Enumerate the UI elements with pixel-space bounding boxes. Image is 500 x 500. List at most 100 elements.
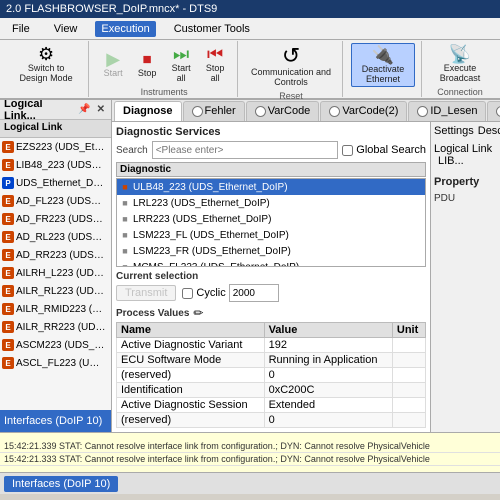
tab-radio-fehler[interactable] <box>192 106 203 117</box>
sidebar-item-8[interactable]: E AILR_RL223 (UDS_Eth... <box>0 282 111 300</box>
sidebar-pin-button[interactable]: 📌 <box>76 104 92 115</box>
sidebar-item-11[interactable]: E ASCM223 (UDS_Eth... <box>0 336 111 354</box>
tab-fehler[interactable]: Fehler <box>183 101 245 121</box>
settings-label: Settings <box>434 125 474 137</box>
process-edit-icon[interactable]: ✏ <box>193 306 203 320</box>
ethernet-icon: 🔌 <box>372 46 394 64</box>
diag-item-3[interactable]: ■ LSM223_FL (UDS_Ethernet_DoIP) <box>117 227 425 243</box>
pdu-label: PDU <box>434 193 497 204</box>
bottom-row: Interfaces (DoIP 10) <box>0 472 500 494</box>
cell-name-2: (reserved) <box>117 368 265 383</box>
start-button[interactable]: ▶ Start <box>97 48 129 80</box>
sidebar-item-text-12: ASCL_FL223 (UDS_Et... <box>16 358 106 369</box>
sidebar-item-4[interactable]: E AD_FR223 (UDS_Eth... <box>0 210 111 228</box>
sidebar-item-10[interactable]: E AILR_RR223 (UDS_Et... <box>0 318 111 336</box>
tab-diagnose[interactable]: Diagnose <box>114 101 182 121</box>
col-name: Name <box>117 323 265 338</box>
global-search-checkbox[interactable] <box>342 145 353 156</box>
stop-button[interactable]: ⏹ Stop <box>131 48 163 80</box>
diag-item-text-1: LRL223 (UDS_Ethernet_DoIP) <box>133 198 270 209</box>
diag-item-2[interactable]: ■ LRR223 (UDS_Ethernet_DoIP) <box>117 211 425 227</box>
diagnostic-panel: Diagnostic Services Search Global Search… <box>112 122 500 432</box>
cell-value-1: Running in Application <box>264 353 392 368</box>
toolbar-group-reset: ↺ Communication and Controls Reset <box>240 41 343 97</box>
stop-all-icon: ⏮ <box>207 45 223 63</box>
execute-broadcast-button[interactable]: 📡 Execute Broadcast <box>430 43 490 85</box>
sidebar-item-3[interactable]: E AD_FL223 (UDS_Eth... <box>0 192 111 210</box>
cyclic-checkbox[interactable] <box>182 288 193 299</box>
settings-panel: Settings Descripti... Logical Link LIB..… <box>430 122 500 432</box>
cell-value-3: 0xC200C <box>264 383 392 398</box>
diagnostic-main: Diagnostic Services Search Global Search… <box>112 122 430 432</box>
diagnostic-list-header: Diagnostic <box>116 162 426 177</box>
diag-item-4[interactable]: ■ LSM223_FR (UDS_Ethernet_DoIP) <box>117 243 425 259</box>
sidebar-item-2[interactable]: P UDS_Ethernet_DoIP <box>0 174 111 192</box>
toolbar: ⚙ Switch to Design Mode ▶ Start ⏹ Stop ⏭… <box>0 40 500 100</box>
sidebar-footer[interactable]: Interfaces (DoIP 10) <box>0 410 111 432</box>
tab-radio-varcode[interactable] <box>255 106 266 117</box>
tab-varcode[interactable]: VarCode <box>246 101 320 121</box>
toolbar-group-design: ⚙ Switch to Design Mode <box>4 41 89 97</box>
badge-e-3: E <box>2 195 14 207</box>
cell-name-5: (reserved) <box>117 413 265 428</box>
start-all-button[interactable]: ⏭ Start all <box>165 43 197 85</box>
sidebar-item-0[interactable]: E EZS223 (UDS_Ethe... <box>0 138 111 156</box>
cyclic-value-input[interactable] <box>229 284 279 302</box>
deactivate-ethernet-button[interactable]: 🔌 Deactivate Ethernet <box>351 43 415 87</box>
toolbar-group-deactivate: 🔌 Deactivate Ethernet <box>345 41 422 97</box>
badge-e-5: E <box>2 231 14 243</box>
transmit-button[interactable]: Transmit <box>116 285 176 301</box>
diag-item-1[interactable]: ■ LRL223 (UDS_Ethernet_DoIP) <box>117 195 425 211</box>
menu-view[interactable]: View <box>48 21 84 37</box>
tab-varcode2[interactable]: VarCode(2) <box>320 101 407 121</box>
cell-unit-1 <box>392 353 425 368</box>
diag-item-icon-4: ■ <box>119 245 131 257</box>
cell-unit-2 <box>392 368 425 383</box>
sidebar-item-text-1: LIB48_223 (UDS_Eth... <box>16 160 106 171</box>
cell-name-1: ECU Software Mode <box>117 353 265 368</box>
global-search-label: Global Search <box>356 144 426 156</box>
cell-value-5: 0 <box>264 413 392 428</box>
search-input[interactable] <box>152 141 339 159</box>
status-line-0: 15:42:21.339 STAT: Cannot resolve interf… <box>0 440 500 453</box>
sidebar-item-5[interactable]: E AD_RL223 (UDS_Eth... <box>0 228 111 246</box>
bottom-tab-interfaces[interactable]: Interfaces (DoIP 10) <box>4 476 118 492</box>
badge-e-0: E <box>2 141 14 153</box>
tab-radio-trace[interactable] <box>496 106 500 117</box>
table-row-2: (reserved)0 <box>117 368 426 383</box>
table-row-4: Active Diagnostic SessionExtended <box>117 398 426 413</box>
sidebar-title: Logical Link... <box>4 100 76 122</box>
table-row-1: ECU Software ModeRunning in Application <box>117 353 426 368</box>
process-values-title: Process Values <box>116 308 189 319</box>
diag-item-text-4: LSM223_FR (UDS_Ethernet_DoIP) <box>133 246 291 257</box>
cell-name-4: Active Diagnostic Session <box>117 398 265 413</box>
sidebar-item-12[interactable]: E ASCL_FL223 (UDS_Et... <box>0 354 111 372</box>
lib-label: LIB... <box>438 155 464 167</box>
cyclic-row: Cyclic <box>182 284 278 302</box>
sidebar-item-1[interactable]: E LIB48_223 (UDS_Eth... <box>0 156 111 174</box>
diag-item-icon-2: ■ <box>119 213 131 225</box>
diag-item-text-2: LRR223 (UDS_Ethernet_DoIP) <box>133 214 271 225</box>
table-row-3: Identification0xC200C <box>117 383 426 398</box>
sidebar-item-6[interactable]: E AD_RR223 (UDS_Eth... <box>0 246 111 264</box>
current-selection: Current selection Transmit Cyclic <box>116 271 426 302</box>
communication-controls-button[interactable]: ↺ Communication and Controls <box>246 43 336 89</box>
tab-radio-idlesen[interactable] <box>417 106 428 117</box>
menu-file[interactable]: File <box>6 21 36 37</box>
switch-design-mode-button[interactable]: ⚙ Switch to Design Mode <box>10 43 82 85</box>
tab-radio-varcode2[interactable] <box>329 106 340 117</box>
diag-item-5[interactable]: ■ MCMS_FL223 (UDS_Ethernet_DoIP) <box>117 259 425 267</box>
diag-item-icon-3: ■ <box>119 229 131 241</box>
tab-trace[interactable]: Trace <box>487 101 500 121</box>
menu-customer-tools[interactable]: Customer Tools <box>168 21 256 37</box>
stop-all-button[interactable]: ⏮ Stop all <box>199 43 231 85</box>
diag-item-0[interactable]: ■ ULB48_223 (UDS_Ethernet_DoIP) <box>117 179 425 195</box>
sidebar-item-7[interactable]: E AILRH_L223 (UDS_Et... <box>0 264 111 282</box>
logical-link-label: Logical Link <box>434 143 492 155</box>
sidebar-item-9[interactable]: E AILR_RMID223 (UDS_... <box>0 300 111 318</box>
menu-execution[interactable]: Execution <box>95 21 155 37</box>
status-line-1: 15:42:21.333 STAT: Cannot resolve interf… <box>0 453 500 466</box>
badge-e-11: E <box>2 339 14 351</box>
tab-idlesen[interactable]: ID_Lesen <box>408 101 486 121</box>
sidebar-close-button[interactable]: ✕ <box>95 104 107 115</box>
